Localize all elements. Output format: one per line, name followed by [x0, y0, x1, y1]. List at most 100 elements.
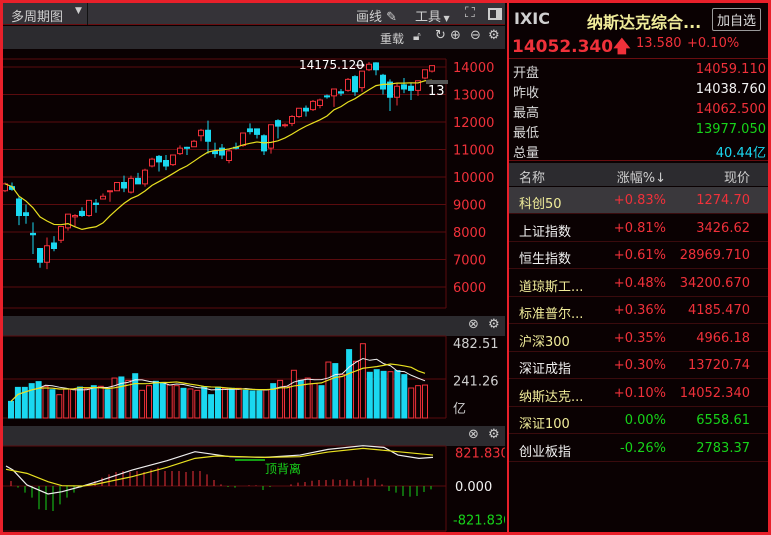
- add-watchlist-button[interactable]: 加自选: [712, 8, 762, 31]
- index-name: 深证成指: [519, 362, 572, 377]
- y-tick-label: 10000: [453, 171, 494, 186]
- volume-tick-label: 241.26: [453, 374, 499, 389]
- candle-body: [359, 70, 365, 89]
- zoom-out-icon[interactable]: ⊖: [470, 28, 481, 43]
- close-icon[interactable]: ⊗: [468, 317, 479, 332]
- index-price: 4966.18: [696, 330, 750, 346]
- index-name: 深证100: [519, 417, 570, 432]
- index-change-pct: -0.26%: [620, 440, 666, 456]
- volume-bar: [152, 380, 159, 419]
- volume-bar: [249, 390, 256, 419]
- volume-bar: [166, 384, 173, 419]
- table-row[interactable]: 创业板指 -0.26% 2783.37: [509, 435, 770, 462]
- volume-bar: [187, 388, 194, 419]
- volume-bar: [14, 386, 21, 419]
- candle-body: [240, 132, 246, 146]
- candle-body: [268, 124, 274, 149]
- stat-row: 昨收 14038.760: [513, 82, 766, 102]
- index-price: 13720.74: [687, 358, 750, 373]
- volume-bar: [21, 386, 28, 419]
- table-row[interactable]: 上证指数 +0.81% 3426.62: [509, 215, 770, 242]
- index-change-pct: +0.10%: [613, 385, 666, 401]
- table-row[interactable]: 道琼斯工... +0.48% 34200.670: [509, 270, 770, 297]
- volume-bar: [28, 383, 35, 419]
- fullscreen-icon[interactable]: ⛶: [465, 5, 475, 21]
- candle-body: [58, 226, 64, 241]
- table-row[interactable]: 科创50 +0.83% 1274.70: [509, 187, 770, 214]
- table-row[interactable]: 深证成指 +0.30% 13720.74: [509, 352, 770, 379]
- col-change-pct[interactable]: 涨幅%↓: [617, 167, 666, 186]
- candle-body: [163, 160, 169, 167]
- panel-toggle-icon[interactable]: [488, 8, 502, 20]
- volume-bar: [201, 386, 208, 419]
- y-tick-label: 7000: [453, 254, 486, 269]
- index-price: 3426.62: [696, 220, 750, 236]
- index-name: 道琼斯工...: [519, 279, 584, 295]
- instrument-name: 纳斯达克综合...: [587, 13, 702, 32]
- tools-button[interactable]: 工具 ▼: [415, 6, 450, 25]
- volume-bar: [97, 385, 104, 419]
- volume-bar: [422, 384, 428, 419]
- candle-body: [233, 146, 239, 149]
- high-price-label: 14175.120: [299, 58, 364, 72]
- close-icon[interactable]: ⊗: [468, 427, 479, 442]
- index-name: 创业板指: [519, 444, 572, 460]
- chart-panel: 多周期图 ▼ 画线 ✎ 工具 ▼ ⛶ 重载 🔓︎ ↻ ⊕ ⊖ ⚙ ⊗ ⚙ ⊗ ⚙…: [3, 3, 505, 532]
- settings-icon[interactable]: ⚙: [488, 317, 500, 332]
- period-label: 多周期图: [11, 10, 64, 25]
- draw-label: 画线: [356, 10, 383, 25]
- kline-chart[interactable]: 14000 13000 12000 11000 10000 9000 8000 7000 600…: [3, 3, 505, 532]
- stat-label: 开盘: [513, 66, 540, 81]
- settings-icon[interactable]: ⚙: [488, 28, 500, 43]
- col-name[interactable]: 名称: [519, 167, 545, 186]
- volume-bar: [215, 386, 221, 419]
- volume-bar: [270, 383, 277, 419]
- candle-body: [170, 154, 176, 166]
- candle-body: [345, 78, 351, 91]
- candle-body: [219, 147, 225, 156]
- candle-body: [198, 129, 204, 137]
- volume-bar: [42, 385, 49, 419]
- unlock-icon[interactable]: 🔓︎: [413, 29, 421, 44]
- candle-body: [394, 85, 400, 98]
- settings-icon[interactable]: ⚙: [488, 427, 500, 442]
- index-price: 28969.710: [679, 248, 750, 263]
- stat-value: 14059.110: [695, 62, 766, 77]
- index-name: 纳斯达克...: [519, 389, 584, 405]
- reload-label-button[interactable]: 重载: [380, 30, 404, 47]
- candle-body: [37, 248, 43, 263]
- candle-body: [317, 99, 323, 106]
- volume-bar: [77, 386, 83, 419]
- candle-body: [3, 183, 8, 192]
- candle-body: [254, 128, 260, 135]
- volume-bar: [132, 373, 139, 419]
- refresh-icon[interactable]: ↻: [435, 28, 446, 43]
- y-tick-label: 13000: [453, 89, 494, 104]
- volume-bar: [256, 390, 263, 419]
- table-row[interactable]: 纳斯达克... +0.10% 14052.340: [509, 380, 770, 407]
- candle-body: [30, 232, 36, 236]
- arrow-right-icon: →: [355, 58, 365, 72]
- quote-panel: IXIC 纳斯达克综合... 加自选 14052.340🡅 13.580 +0.…: [507, 3, 770, 532]
- table-row[interactable]: 恒生指数 +0.61% 28969.710: [509, 242, 770, 269]
- volume-header: ⊗ ⚙: [3, 316, 505, 336]
- col-price[interactable]: 现价: [724, 167, 750, 186]
- candle-body: [142, 169, 148, 185]
- volume-bar: [297, 379, 304, 419]
- y-tick-label: 11000: [453, 144, 494, 159]
- volume-bar: [304, 377, 311, 419]
- zoom-in-icon[interactable]: ⊕: [450, 28, 461, 43]
- price-change-pct: +0.10%: [687, 36, 740, 51]
- candle-body: [401, 84, 407, 90]
- table-row[interactable]: 标准普尔... +0.36% 4185.470: [509, 297, 770, 324]
- candle-body: [79, 210, 85, 216]
- table-row[interactable]: 深证100 0.00% 6558.61: [509, 407, 770, 434]
- period-dropdown[interactable]: 多周期图 ▼: [3, 3, 88, 25]
- candle-body: [282, 124, 288, 127]
- table-row[interactable]: 沪深300 +0.35% 4966.18: [509, 325, 770, 352]
- candle-body: [65, 213, 71, 229]
- candle-body: [415, 80, 421, 91]
- index-change-pct: +0.35%: [613, 330, 666, 346]
- draw-button[interactable]: 画线 ✎: [356, 6, 397, 25]
- candle-body: [310, 100, 316, 111]
